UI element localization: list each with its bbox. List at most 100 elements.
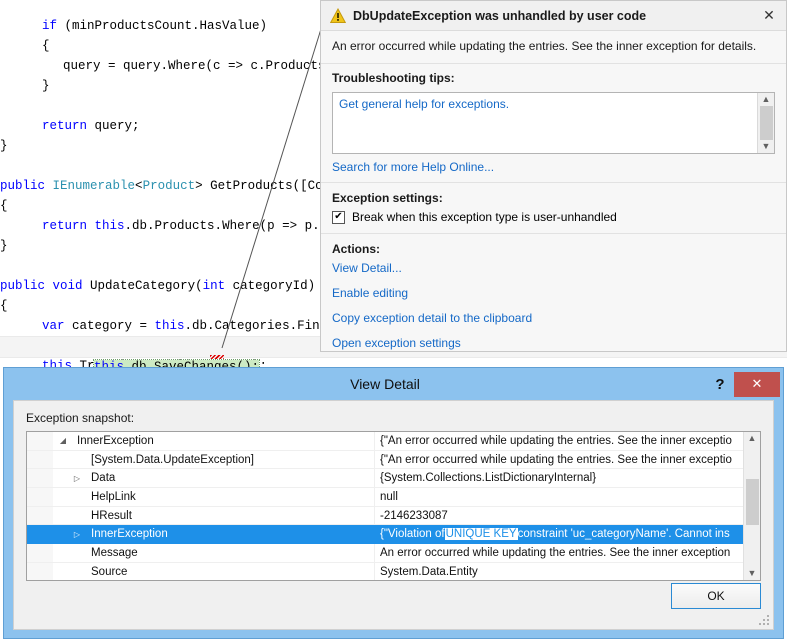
code-token: public [0, 179, 45, 193]
actions-section: Actions: View Detail... Enable editing C… [321, 234, 786, 350]
code-token: this [95, 219, 125, 233]
row-label: HelpLink [87, 491, 136, 503]
value-pre: {"Violation of [380, 528, 445, 540]
tree-gutter [27, 469, 53, 487]
exception-snapshot-rows: ◢InnerException{"An error occurred while… [27, 432, 743, 580]
troubleshooting-tips-box[interactable]: Get general help for exceptions. ▲ ▼ [332, 92, 775, 154]
scroll-down-icon[interactable]: ▼ [748, 569, 757, 578]
table-row[interactable]: HelpLink null [27, 488, 743, 507]
exception-settings-section: Exception settings: ✔ Break when this ex… [321, 183, 786, 234]
search-help-section: Search for more Help Online... [321, 154, 786, 182]
exception-settings-heading: Exception settings: [332, 191, 775, 205]
code-token: int [203, 279, 226, 293]
search-help-online-link[interactable]: Search for more Help Online... [332, 160, 775, 174]
warning-triangle-icon [330, 8, 346, 24]
code-token: categoryId) [225, 279, 315, 293]
code-token: < [135, 179, 143, 193]
exception-snapshot-label: Exception snapshot: [26, 411, 134, 425]
row-name-cell: Source [27, 563, 375, 580]
tips-scrollbar[interactable]: ▲ ▼ [757, 93, 774, 153]
resize-grip[interactable] [759, 615, 770, 626]
ok-button[interactable]: OK [671, 583, 761, 609]
tips-scrollbar-thumb[interactable] [760, 106, 773, 140]
break-when-unhandled-label: Break when this exception type is user-u… [352, 210, 617, 224]
collapse-arrow-icon[interactable]: ▷ [67, 530, 87, 539]
row-value-cell: System.Data.Entity [375, 563, 743, 580]
code-token: this [155, 319, 185, 333]
close-icon[interactable]: ✕ [758, 5, 780, 27]
row-value-cell: null [375, 488, 743, 506]
actions-heading: Actions: [332, 242, 775, 256]
row-name-cell: ▷InnerException [27, 525, 375, 543]
row-value-cell: {"An error occurred while updating the e… [375, 451, 743, 469]
table-row[interactable]: MessageAn error occurred while updating … [27, 544, 743, 563]
row-name-cell: ◢InnerException [27, 432, 375, 450]
grid-scrollbar[interactable]: ▲ ▼ [743, 432, 760, 580]
exception-popup-titlebar: DbUpdateException was unhandled by user … [321, 1, 786, 31]
row-label: Data [87, 472, 115, 484]
row-name-cell: [System.Data.UpdateException] [27, 451, 375, 469]
action-view-detail[interactable]: View Detail... [332, 261, 775, 275]
grip-dot [763, 623, 765, 625]
break-when-unhandled-row[interactable]: ✔ Break when this exception type is user… [332, 210, 775, 224]
table-row[interactable]: HResult-2146233087 [27, 507, 743, 526]
view-detail-body: Exception snapshot: ◢InnerException{"An … [13, 400, 774, 630]
code-token: query = query.Where(c => c.Products.C [63, 59, 341, 73]
code-token [45, 279, 53, 293]
exception-popup-title: DbUpdateException was unhandled by user … [353, 9, 758, 23]
code-token: { [0, 199, 8, 213]
table-row[interactable]: ▷InnerException{"Violation of UNIQUE KEY… [27, 525, 743, 544]
scroll-up-icon[interactable]: ▲ [748, 434, 757, 443]
row-name-cell: Message [27, 544, 375, 562]
tip-link-general-help[interactable]: Get general help for exceptions. [339, 97, 751, 111]
code-token: return [42, 219, 87, 233]
scroll-down-icon[interactable]: ▼ [762, 142, 771, 151]
grip-dot [767, 615, 769, 617]
row-label: HResult [87, 510, 132, 522]
code-token [45, 179, 53, 193]
value-post: constraint 'uc_categoryName'. Cannot ins [518, 528, 730, 540]
row-label: InnerException [73, 435, 154, 447]
tree-gutter [27, 544, 53, 562]
action-open-exception-settings[interactable]: Open exception settings [332, 336, 775, 350]
grip-dot [759, 623, 761, 625]
grip-dot [767, 623, 769, 625]
row-label: InnerException [87, 528, 168, 540]
row-name-cell: ▷Data [27, 469, 375, 487]
view-detail-title: View Detail [4, 376, 706, 392]
view-detail-titlebar[interactable]: View Detail ? ✕ [4, 368, 783, 400]
scroll-up-icon[interactable]: ▲ [762, 95, 771, 104]
code-token: if [42, 19, 57, 33]
collapse-arrow-icon[interactable]: ▷ [67, 474, 87, 483]
table-row[interactable]: [System.Data.UpdateException]{"An error … [27, 451, 743, 470]
action-enable-editing[interactable]: Enable editing [332, 286, 775, 300]
grip-dot [763, 619, 765, 621]
table-row[interactable]: SourceSystem.Data.Entity [27, 563, 743, 580]
code-token: category = [65, 319, 155, 333]
expand-arrow-icon[interactable]: ◢ [53, 436, 73, 445]
table-row[interactable]: ◢InnerException{"An error occurred while… [27, 432, 743, 451]
grip-dot [767, 619, 769, 621]
row-label: Message [87, 547, 138, 559]
row-value-cell: {System.Collections.ListDictionaryIntern… [375, 469, 743, 487]
help-icon[interactable]: ? [706, 376, 734, 393]
troubleshooting-heading: Troubleshooting tips: [332, 71, 775, 85]
tree-gutter [27, 507, 53, 525]
code-token: Product [143, 179, 196, 193]
troubleshooting-section: Troubleshooting tips: [321, 64, 786, 92]
code-token: query; [87, 119, 140, 133]
row-value-cell: {"Violation of UNIQUE KEY constraint 'uc… [375, 525, 743, 543]
code-token: } [42, 79, 50, 93]
grid-scrollbar-thumb[interactable] [746, 479, 759, 525]
code-token: } [0, 239, 8, 253]
tree-gutter [27, 563, 53, 580]
tree-gutter [27, 432, 53, 450]
table-row[interactable]: ▷Data{System.Collections.ListDictionaryI… [27, 469, 743, 488]
break-when-unhandled-checkbox[interactable]: ✔ [332, 211, 345, 224]
exception-popup: DbUpdateException was unhandled by user … [320, 0, 787, 352]
code-token: { [0, 299, 8, 313]
exception-snapshot-grid[interactable]: ◢InnerException{"An error occurred while… [26, 431, 761, 581]
code-token: public [0, 279, 45, 293]
action-copy-exception-detail[interactable]: Copy exception detail to the clipboard [332, 311, 775, 325]
close-icon[interactable]: ✕ [734, 372, 780, 397]
